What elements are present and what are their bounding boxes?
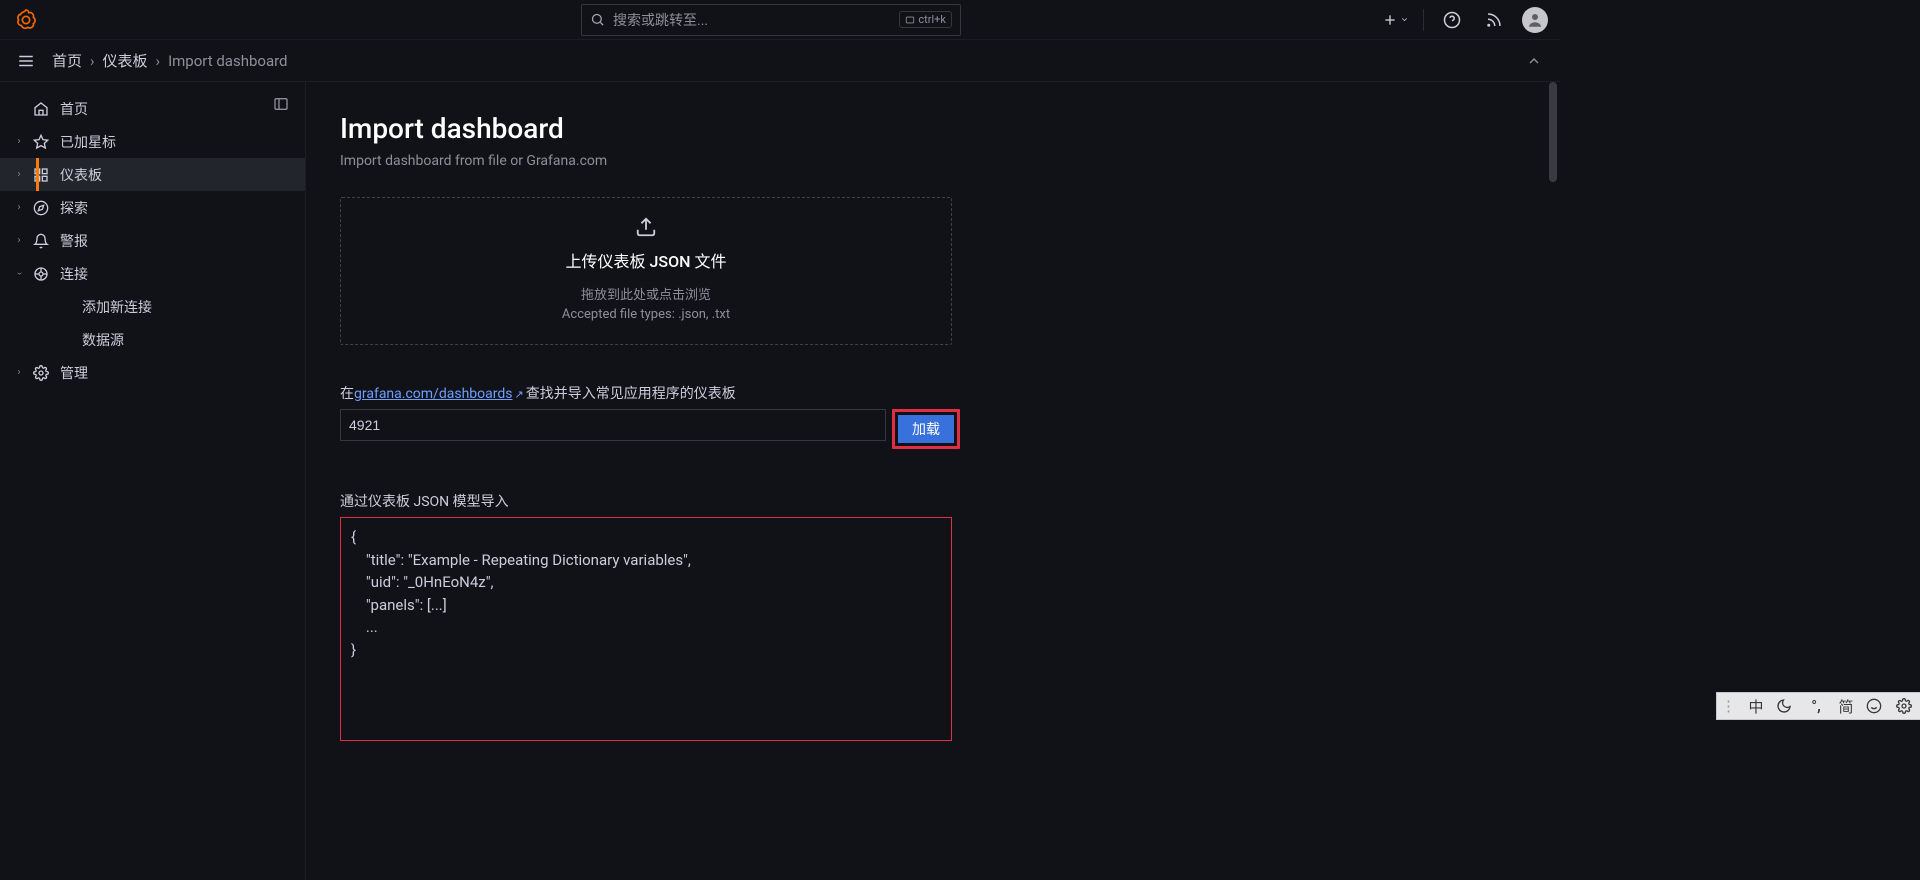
separator xyxy=(1423,9,1424,31)
compass-icon xyxy=(26,200,56,216)
global-search[interactable]: 搜索或跳转至... ctrl+k xyxy=(581,4,961,36)
ime-toolbar[interactable]: ⋮ 中 °, 简 xyxy=(1716,692,1920,720)
kbd-text: ctrl+k xyxy=(918,13,946,26)
ime-emoji-icon[interactable] xyxy=(1866,698,1886,714)
external-link-icon: ↗ xyxy=(514,388,523,401)
plug-icon xyxy=(26,266,56,282)
star-icon xyxy=(26,134,56,150)
news-button[interactable] xyxy=(1480,6,1508,34)
sidebar-item-explore[interactable]: › 探索 xyxy=(0,191,305,224)
chevron-right-icon: › xyxy=(12,202,26,213)
gear-icon xyxy=(26,365,56,381)
sidebar-label: 管理 xyxy=(60,363,88,383)
breadcrumb-bar: 首页 › 仪表板 › Import dashboard xyxy=(0,40,1560,82)
json-textarea[interactable] xyxy=(340,517,952,741)
grafana-icon xyxy=(15,8,37,32)
ime-drag-icon: ⋮ xyxy=(1721,697,1736,715)
hint-post: 查找并导入常见应用程序的仪表板 xyxy=(526,386,736,402)
chevron-right-icon: › xyxy=(12,136,26,147)
breadcrumb-sep: › xyxy=(156,52,161,70)
json-label: 通过仪表板 JSON 模型导入 xyxy=(340,491,1560,511)
help-icon xyxy=(1443,11,1461,29)
search-shortcut: ctrl+k xyxy=(899,11,952,28)
chevron-up-icon xyxy=(1526,53,1542,69)
load-button[interactable]: 加载 xyxy=(898,415,954,443)
user-icon xyxy=(1526,11,1544,29)
sidebar-sub-add-connection[interactable]: 添加新连接 xyxy=(0,290,305,323)
sidebar-label: 首页 xyxy=(60,99,88,119)
scrollbar-thumb[interactable] xyxy=(1549,82,1557,182)
ime-simp[interactable]: 简 xyxy=(1836,696,1856,717)
search-placeholder: 搜索或跳转至... xyxy=(613,10,899,30)
breadcrumb-dashboards[interactable]: 仪表板 xyxy=(103,50,148,71)
bell-icon xyxy=(26,233,56,249)
sidebar-item-dashboards[interactable]: › 仪表板 xyxy=(0,158,305,191)
page-subtitle: Import dashboard from file or Grafana.co… xyxy=(340,153,1560,169)
hint-pre: 在 xyxy=(340,386,354,402)
dashboard-icon xyxy=(26,167,56,183)
sidebar-sub-datasources[interactable]: 数据源 xyxy=(0,323,305,356)
sidebar: 首页 › 已加星标 › 仪表板 › 探索 › 警报 › 连接 添加新连接 xyxy=(0,82,306,880)
add-menu[interactable] xyxy=(1381,6,1409,34)
chevron-right-icon: › xyxy=(12,235,26,246)
grafana-com-hint: 在grafana.com/dashboards↗查找并导入常见应用程序的仪表板 xyxy=(340,383,1560,403)
top-actions xyxy=(1381,6,1548,34)
upload-types: Accepted file types: .json, .txt xyxy=(562,307,730,322)
ime-settings-icon[interactable] xyxy=(1896,698,1916,714)
menu-toggle[interactable] xyxy=(12,47,40,75)
kiosk-toggle[interactable] xyxy=(1520,47,1548,75)
sidebar-item-alerts[interactable]: › 警报 xyxy=(0,224,305,257)
breadcrumb-sep: › xyxy=(90,52,95,70)
grafana-com-link[interactable]: grafana.com/dashboards xyxy=(354,386,512,402)
home-icon xyxy=(26,101,56,117)
upload-icon xyxy=(635,216,657,238)
chevron-down-icon: › xyxy=(14,267,25,281)
sidebar-label: 警报 xyxy=(60,231,88,251)
sidebar-label: 仪表板 xyxy=(60,165,102,185)
upload-title: 上传仪表板 JSON 文件 xyxy=(566,248,727,272)
breadcrumb-current: Import dashboard xyxy=(168,52,287,70)
chevron-right-icon: › xyxy=(12,169,26,180)
sidebar-label: 已加星标 xyxy=(60,132,116,152)
dashboard-id-input[interactable] xyxy=(340,409,886,441)
breadcrumb: 首页 › 仪表板 › Import dashboard xyxy=(52,50,288,71)
rss-icon xyxy=(1485,11,1503,29)
body: 首页 › 已加星标 › 仪表板 › 探索 › 警报 › 连接 添加新连接 xyxy=(0,82,1560,880)
dashboard-id-row: 加载 xyxy=(340,409,960,449)
chevron-right-icon: › xyxy=(12,367,26,378)
sidebar-item-starred[interactable]: › 已加星标 xyxy=(0,125,305,158)
breadcrumb-home[interactable]: 首页 xyxy=(52,50,82,71)
user-avatar[interactable] xyxy=(1522,7,1548,33)
main-content: Import dashboard Import dashboard from f… xyxy=(306,82,1560,880)
sidebar-label: 探索 xyxy=(60,198,88,218)
ime-punct-icon[interactable]: °, xyxy=(1806,697,1826,715)
help-button[interactable] xyxy=(1438,6,1466,34)
hamburger-icon xyxy=(17,52,35,70)
sidebar-label: 连接 xyxy=(60,264,88,284)
sidebar-item-connections[interactable]: › 连接 xyxy=(0,257,305,290)
load-highlight: 加载 xyxy=(892,409,960,449)
top-bar: 搜索或跳转至... ctrl+k xyxy=(0,0,1560,40)
ime-moon-icon[interactable] xyxy=(1776,698,1796,714)
sidebar-item-admin[interactable]: › 管理 xyxy=(0,356,305,389)
upload-hint: 拖放到此处或点击浏览 xyxy=(581,284,711,303)
ime-lang[interactable]: 中 xyxy=(1746,696,1766,717)
grafana-logo[interactable] xyxy=(12,6,40,34)
search-icon xyxy=(590,12,605,27)
page-title: Import dashboard xyxy=(340,112,1560,145)
scrollbar[interactable] xyxy=(1547,82,1557,880)
upload-dropzone[interactable]: 上传仪表板 JSON 文件 拖放到此处或点击浏览 Accepted file t… xyxy=(340,197,952,345)
chevron-down-icon xyxy=(1400,15,1409,24)
sidebar-item-home[interactable]: 首页 xyxy=(0,92,305,125)
